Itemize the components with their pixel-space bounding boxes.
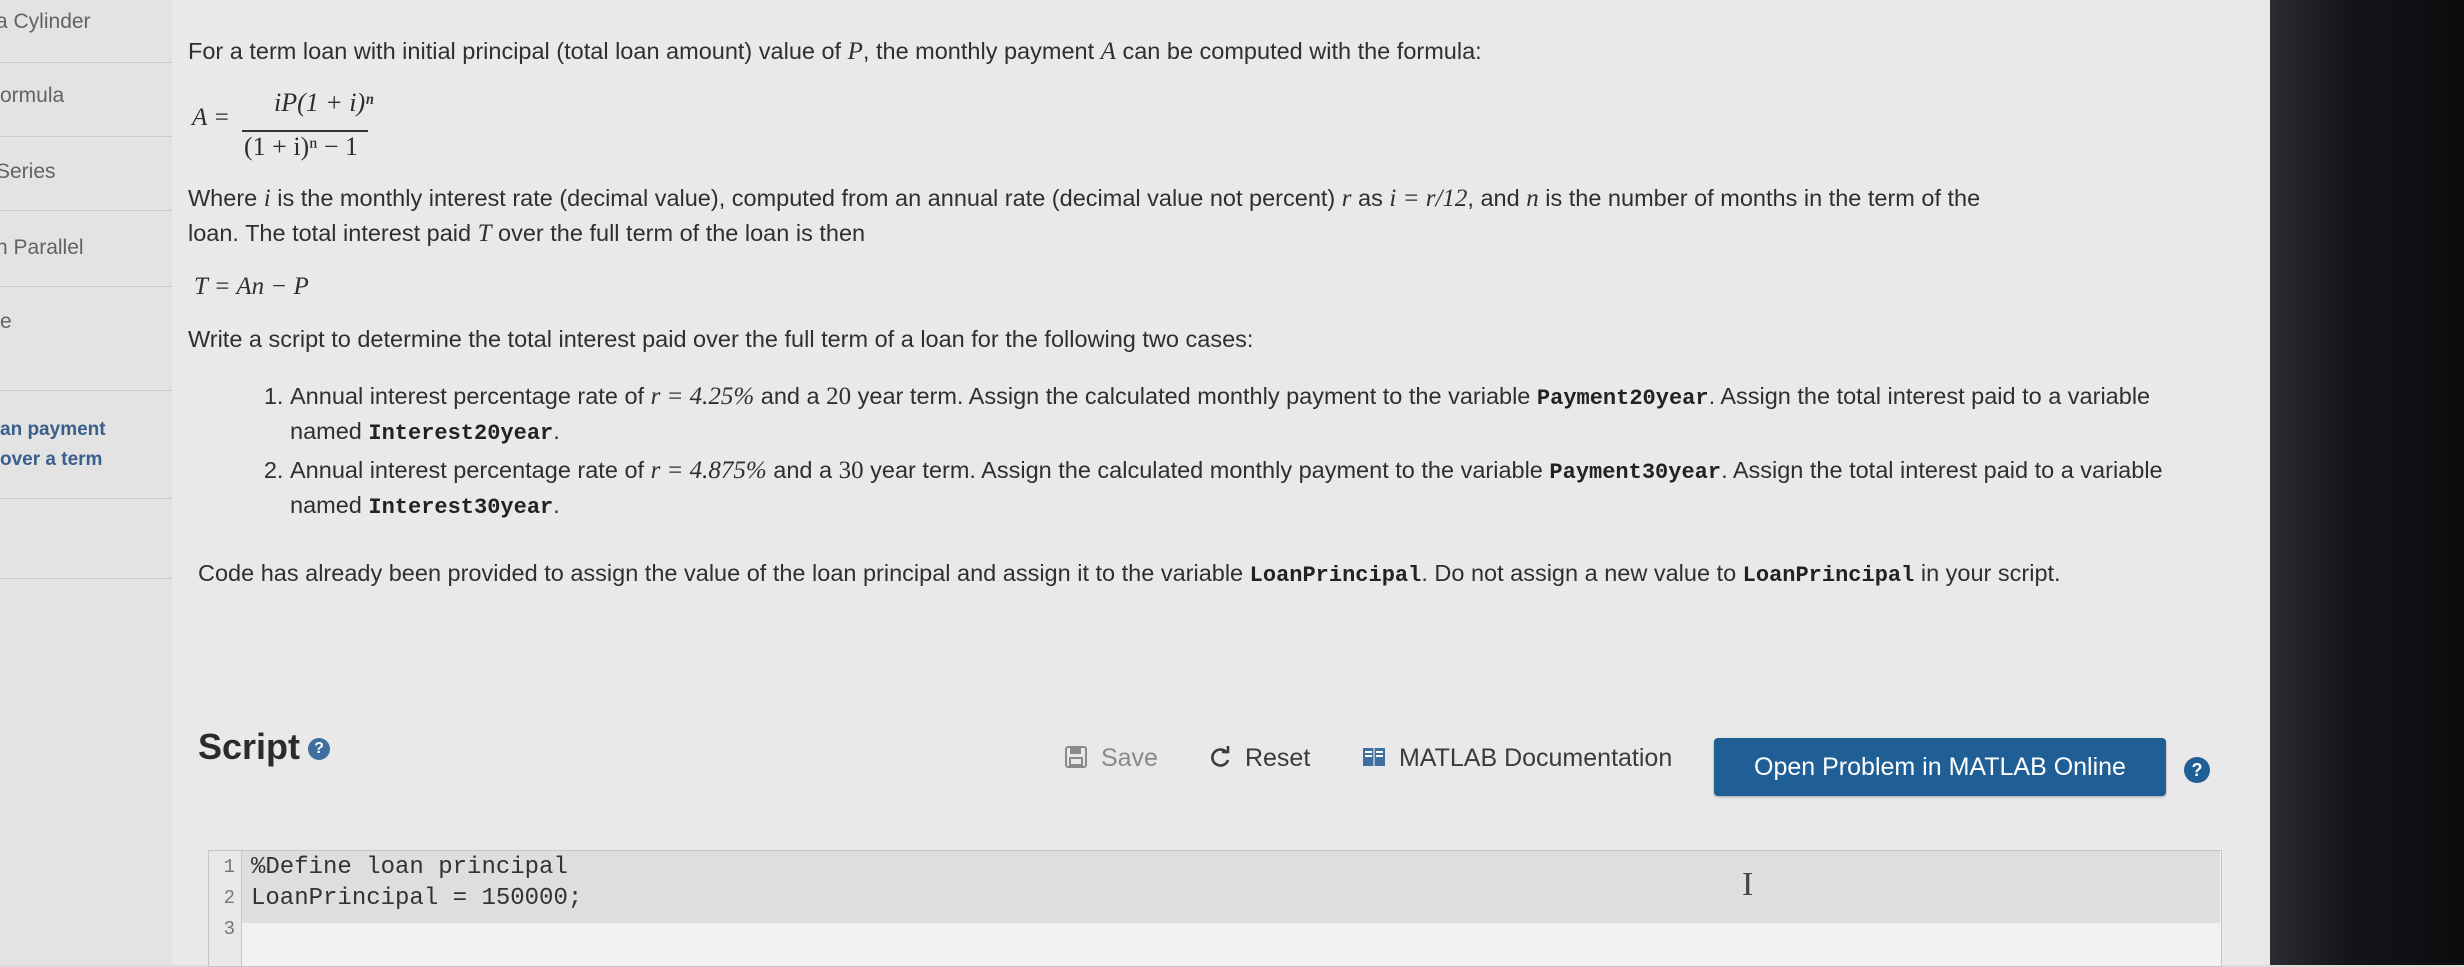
formula-numerator: iP(1 + i)ⁿ [274, 88, 374, 117]
floppy-disk-icon [1064, 744, 1095, 772]
help-icon[interactable]: ? [2184, 757, 2210, 783]
sidebar-item-formula[interactable]: ormula [0, 62, 172, 137]
book-icon [1362, 744, 1393, 772]
script-heading: Script? [198, 726, 331, 768]
background-dark-edge [2270, 0, 2464, 965]
sidebar-item-label: a Cylinder [0, 10, 91, 33]
save-button[interactable]: Save [1064, 744, 1158, 773]
code-line[interactable]: LoanPrincipal = 150000; [251, 885, 582, 912]
sidebar-item-cylinder[interactable]: a Cylinder [0, 0, 172, 63]
sidebar-item-series[interactable]: Series [0, 136, 172, 211]
sidebar-item-loan-payment[interactable]: an payment over a term [0, 390, 172, 499]
sidebar-item-label: an payment [0, 419, 106, 440]
code-editor[interactable]: 1 2 3 %Define loan principal LoanPrincip… [208, 850, 2222, 967]
case-list: Annual interest percentage rate of r = 4… [250, 380, 2220, 528]
refresh-icon [1208, 744, 1239, 772]
sidebar-item-label: ormula [0, 84, 65, 107]
sidebar-item-label: Series [0, 160, 56, 183]
sidebar-item-label: over a term [0, 449, 103, 470]
open-in-matlab-online-button[interactable]: Open Problem in MATLAB Online [1714, 738, 2166, 796]
task-text: Write a script to determine the total in… [188, 326, 1254, 352]
sidebar-item-label: n Parallel [0, 236, 84, 259]
sidebar: a Cylinder ormula Series n Parallel e an… [0, 0, 173, 965]
list-item: Annual interest percentage rate of r = 4… [290, 380, 2220, 450]
intro-text: For a term loan with initial principal (… [188, 38, 1482, 65]
sidebar-item-label: e [0, 310, 12, 333]
formula-denominator: (1 + i)ⁿ − 1 [244, 132, 359, 161]
sidebar-item-parallel[interactable]: n Parallel [0, 210, 172, 287]
list-item: Annual interest percentage rate of r = 4… [290, 454, 2220, 524]
note-text: Code has already been provided to assign… [198, 560, 2061, 588]
line-number: 2 [223, 887, 235, 909]
reset-button[interactable]: Reset [1208, 744, 1310, 773]
code-line[interactable]: %Define loan principal [251, 854, 568, 881]
text-cursor-icon: I [1742, 866, 1754, 903]
sidebar-item-blank[interactable] [0, 498, 172, 579]
interest-formula: T = An − P [194, 273, 309, 300]
sidebar-item-e[interactable]: e [0, 286, 172, 391]
line-number: 1 [223, 856, 235, 878]
where-text: Where i is the monthly interest rate (de… [188, 185, 1981, 247]
line-number: 3 [223, 918, 235, 940]
formula-lhs: A = [192, 104, 230, 131]
line-number-gutter: 1 2 3 [209, 851, 242, 966]
help-icon[interactable]: ? [308, 738, 331, 761]
matlab-documentation-link[interactable]: MATLAB Documentation [1362, 744, 1672, 773]
